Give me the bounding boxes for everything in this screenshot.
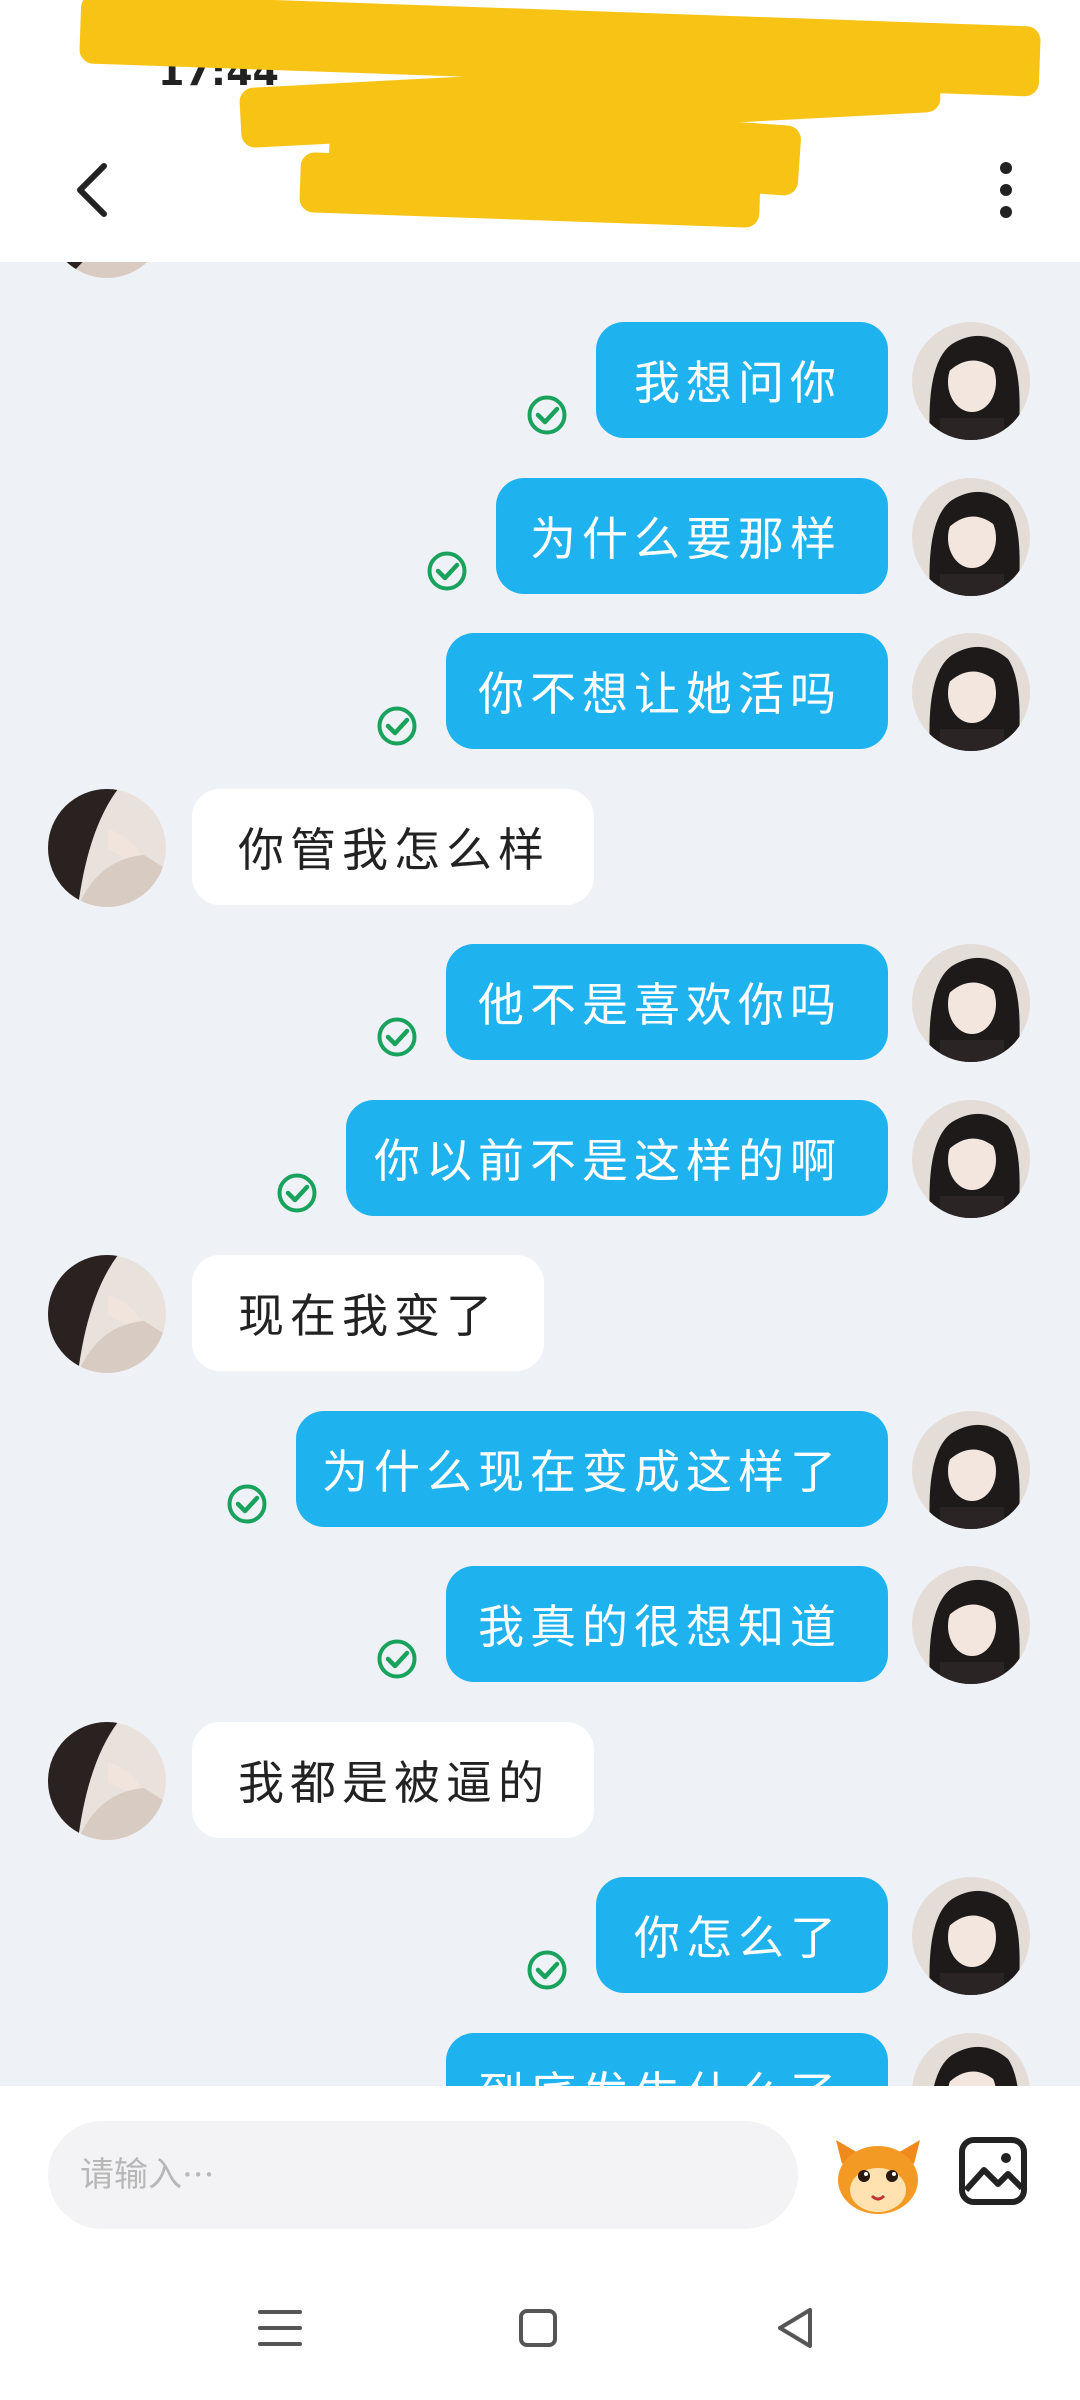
message-input-wrapper[interactable] [48, 2121, 798, 2229]
message-bubble[interactable]: 你不想让她活吗 [446, 633, 888, 749]
message-row: 你不想让她活吗 [0, 633, 1080, 753]
message-row-partial [0, 262, 1080, 320]
message-row: 你以前不是这样的啊 [0, 1099, 1080, 1220]
my-avatar[interactable] [912, 944, 1030, 1062]
my-avatar[interactable] [912, 1566, 1030, 1684]
message-bubble[interactable]: 到底发生什么了 [446, 2032, 888, 2086]
image-icon[interactable] [958, 2136, 1028, 2206]
message-row: 我想问你 [0, 322, 1080, 442]
contact-avatar[interactable] [48, 1721, 166, 1840]
message-bubble[interactable]: 为什么现在变成这样了 [296, 1410, 888, 1527]
read-check-icon [426, 550, 468, 592]
contact-avatar[interactable] [48, 788, 166, 907]
menu-icon[interactable] [250, 2298, 310, 2358]
message-bubble[interactable]: 你管我怎么样 [192, 788, 594, 905]
message-row: 为什么要那样 [0, 477, 1080, 598]
read-check-icon [376, 705, 418, 747]
my-avatar[interactable] [912, 2032, 1030, 2086]
more-vertical-icon [1000, 162, 1012, 218]
back-button[interactable] [62, 150, 122, 230]
my-avatar[interactable] [912, 1877, 1030, 1995]
my-avatar[interactable] [912, 1099, 1030, 1218]
read-check-icon [226, 1483, 268, 1525]
message-bubble[interactable]: 我真的很想知道 [446, 1566, 888, 1682]
read-check-icon [526, 394, 568, 436]
message-row: 到底发生什么了 [0, 2032, 1080, 2086]
message-row: 现在我变了 [0, 1255, 1080, 1375]
back-triangle-icon[interactable] [766, 2298, 826, 2358]
message-bubble[interactable]: 现在我变了 [192, 1255, 544, 1371]
message-row: 他不是喜欢你吗 [0, 944, 1080, 1064]
message-bubble[interactable]: 你怎么了 [596, 1877, 888, 1993]
message-bubble[interactable]: 你以前不是这样的啊 [346, 1099, 888, 1216]
more-options-button[interactable] [976, 150, 1036, 230]
my-avatar[interactable] [912, 477, 1030, 596]
message-row: 我都是被逼的 [0, 1721, 1080, 1842]
message-bubble[interactable]: 他不是喜欢你吗 [446, 944, 888, 1060]
read-check-icon [276, 1172, 318, 1214]
my-avatar[interactable] [912, 1410, 1030, 1529]
message-row: 我真的很想知道 [0, 1566, 1080, 1686]
system-nav-bar [0, 2256, 1080, 2400]
contact-avatar[interactable] [48, 1255, 166, 1373]
my-avatar[interactable] [912, 633, 1030, 751]
chat-messages[interactable]: 我想问你为什么要那样你不想让她活吗你管我怎么样他不是喜欢你吗你以前不是这样的啊现… [0, 262, 1080, 2086]
message-bubble[interactable]: 为什么要那样 [496, 477, 888, 594]
message-bubble[interactable]: 我想问你 [596, 322, 888, 438]
home-square-icon[interactable] [508, 2298, 568, 2358]
message-bubble[interactable]: 我都是被逼的 [192, 1721, 594, 1838]
message-row: 你怎么了 [0, 1877, 1080, 1997]
read-check-icon [376, 1638, 418, 1680]
message-row: 你管我怎么样 [0, 788, 1080, 909]
read-check-icon [526, 1949, 568, 1991]
contact-avatar[interactable] [48, 262, 166, 278]
read-check-icon [376, 1016, 418, 1058]
message-input[interactable] [80, 2155, 798, 2195]
emoji-mascot-icon[interactable] [832, 2134, 924, 2218]
input-bar [0, 2086, 1080, 2256]
my-avatar[interactable] [912, 322, 1030, 440]
back-arrow-icon [77, 163, 107, 217]
message-row: 为什么现在变成这样了 [0, 1410, 1080, 1531]
